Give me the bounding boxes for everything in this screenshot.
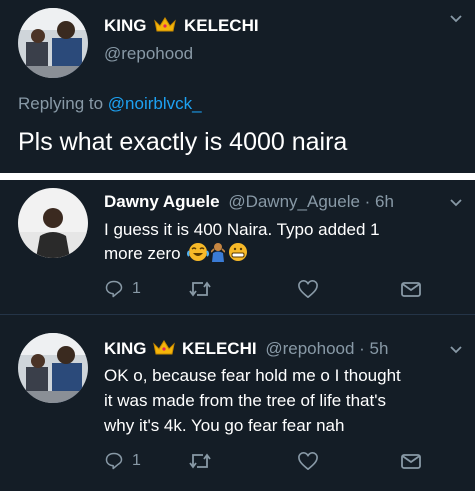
retweet-button[interactable]: [188, 279, 212, 299]
direct-message-button[interactable]: [400, 279, 422, 299]
reply-icon: [105, 280, 123, 298]
chevron-down-icon[interactable]: [449, 14, 463, 24]
person-shrugging-emoji-icon: [210, 242, 226, 269]
replies-panel: Dawny Aguele @Dawny_Aguele · 6h I guess …: [0, 180, 475, 491]
reply-tweet[interactable]: KING KELECHI @repohood · 5h OK o, becaus…: [0, 315, 475, 491]
crown-emoji-icon: [153, 340, 176, 361]
avatar[interactable]: [18, 333, 88, 403]
replying-to-handle-link[interactable]: @noirblvck_: [108, 94, 202, 113]
timestamp[interactable]: · 5h: [359, 339, 388, 358]
reply-count: 1: [132, 280, 141, 297]
crying-laughing-emoji-icon: [187, 242, 210, 269]
reply-text-fragment: more zero: [104, 244, 181, 263]
reply-text-line: why it's 4k. You go fear fear nah: [104, 416, 345, 435]
heart-icon: [298, 452, 318, 470]
chevron-down-icon[interactable]: [449, 345, 463, 355]
display-name-first[interactable]: KING: [104, 339, 147, 358]
replying-to-line: Replying to @noirblvck_: [18, 94, 202, 114]
grinning-emoji-icon: [227, 242, 249, 269]
reply-header: Dawny Aguele @Dawny_Aguele · 6h: [104, 192, 394, 212]
replying-to-label: Replying to: [18, 94, 104, 113]
reply-button[interactable]: 1: [104, 279, 141, 299]
reply-text-line: OK o, because fear hold me o I thought: [104, 366, 401, 385]
main-tweet-panel: KING KELECHI @repohood Replying to @noir…: [0, 0, 475, 173]
envelope-icon: [401, 454, 421, 469]
reply-text-line: it was made from the tree of life that's: [104, 391, 386, 410]
tweet-text: Pls what exactly is 4000 naira: [18, 128, 348, 156]
author-handle[interactable]: @repohood: [104, 44, 193, 64]
retweet-button[interactable]: [188, 451, 212, 471]
reply-text-line: more zero: [104, 242, 380, 269]
reply-count: 1: [132, 452, 141, 469]
envelope-icon: [401, 282, 421, 297]
author-handle[interactable]: @Dawny_Aguele: [228, 192, 360, 211]
chevron-down-icon[interactable]: [449, 198, 463, 208]
direct-message-button[interactable]: [400, 451, 422, 471]
display-name-first: KING: [104, 16, 147, 35]
reply-icon: [105, 452, 123, 470]
timestamp[interactable]: · 6h: [365, 192, 394, 211]
author-name[interactable]: KING KELECHI: [104, 16, 259, 38]
reply-header: KING KELECHI @repohood · 5h: [104, 339, 388, 361]
display-name-second[interactable]: KELECHI: [182, 339, 257, 358]
display-name-second: KELECHI: [183, 16, 259, 35]
retweet-icon: [189, 281, 211, 297]
reply-button[interactable]: 1: [104, 451, 141, 471]
reply-tweet[interactable]: Dawny Aguele @Dawny_Aguele · 6h I guess …: [0, 180, 475, 314]
display-name[interactable]: Dawny Aguele: [104, 192, 220, 211]
crown-emoji-icon: [154, 17, 177, 38]
author-handle[interactable]: @repohood: [265, 339, 354, 358]
avatar[interactable]: [18, 8, 88, 78]
reply-text-line: I guess it is 400 Naira. Typo added 1: [104, 220, 380, 239]
reply-text: I guess it is 400 Naira. Typo added 1 mo…: [104, 218, 380, 269]
heart-icon: [298, 280, 318, 298]
avatar[interactable]: [18, 188, 88, 258]
like-button[interactable]: [297, 279, 319, 299]
like-button[interactable]: [297, 451, 319, 471]
reply-text: OK o, because fear hold me o I thought i…: [104, 363, 401, 438]
retweet-icon: [189, 453, 211, 469]
